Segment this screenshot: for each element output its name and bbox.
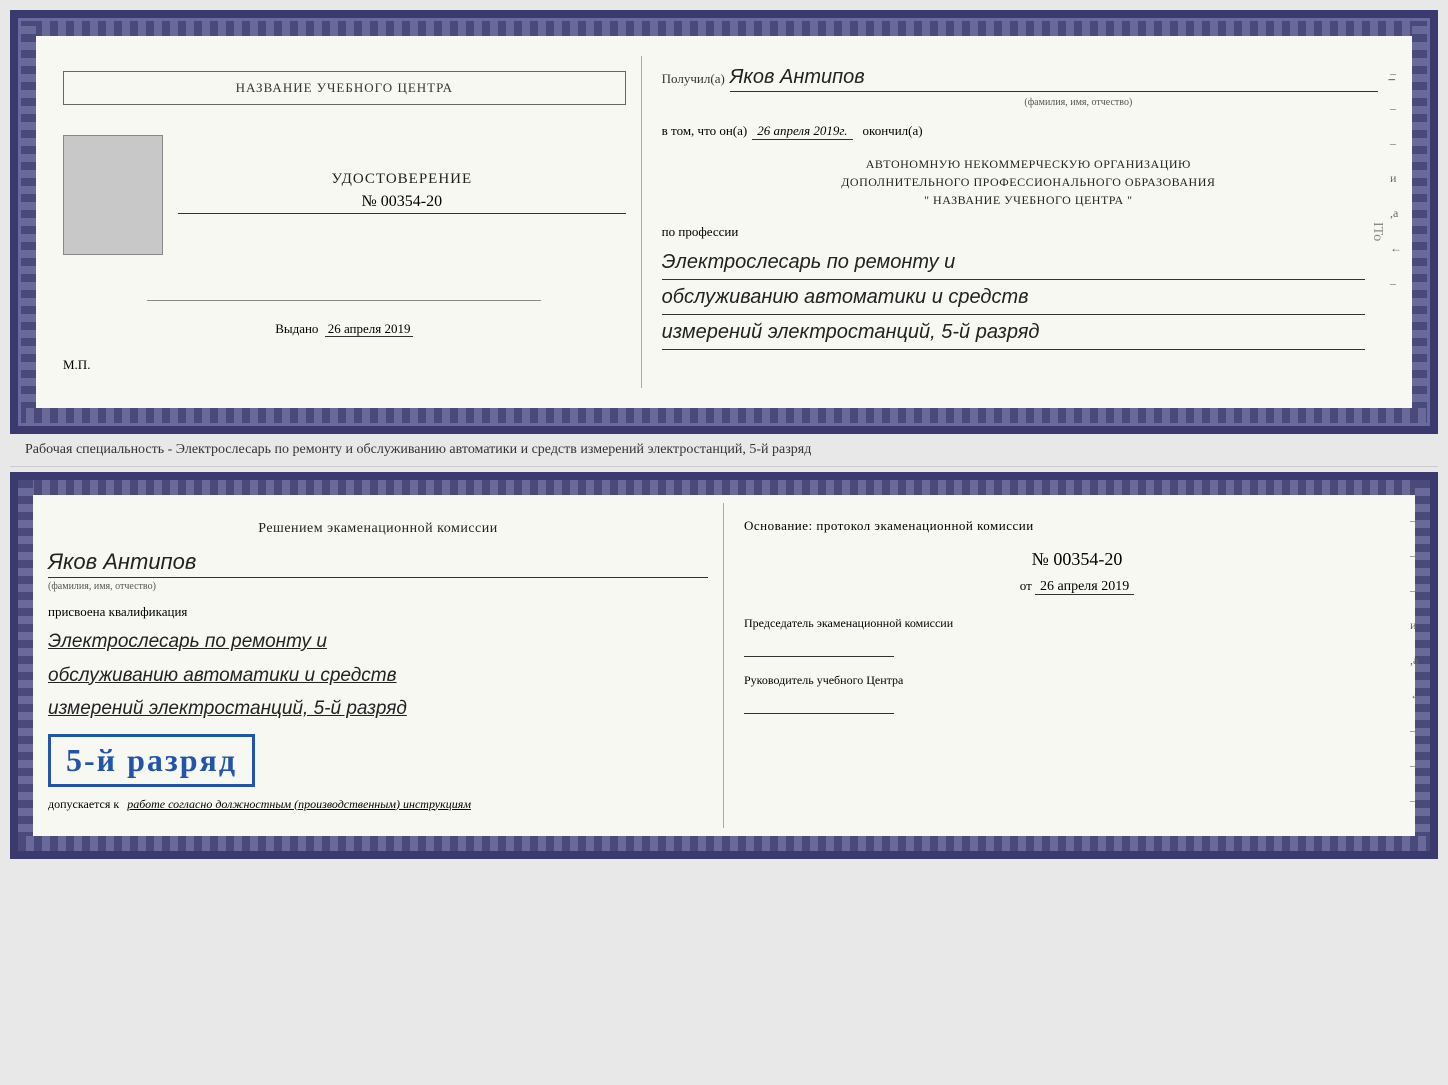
qualification-block: Электрослесарь по ремонту и обслуживанию… <box>48 628 708 724</box>
bottom-doc-top-bar <box>18 480 1430 495</box>
bottom-doc-inner: Решением экаменационной комиссии Яков Ан… <box>18 495 1430 836</box>
udostoverenie-title: УДОСТОВЕРЕНИЕ <box>178 171 626 188</box>
top-document: НАЗВАНИЕ УЧЕБНОГО ЦЕНТРА УДОСТОВЕРЕНИЕ №… <box>10 10 1438 434</box>
ito-annotation: ITo <box>1370 222 1385 241</box>
vtom-date: 26 апреля 2019г. <box>752 123 852 140</box>
dopuskaetsya-line: допускается к работе согласно должностны… <box>48 795 708 813</box>
photo-placeholder <box>63 135 163 255</box>
profession-line2: обслуживанию автоматики и средств <box>662 283 1365 315</box>
recipient-name: Яков Антипов <box>730 66 1379 92</box>
middle-text-content: Рабочая специальность - Электрослесарь п… <box>25 442 811 457</box>
mp-label: М.П. <box>63 357 90 372</box>
dopusk-text: работе согласно должностным (производств… <box>127 797 471 811</box>
top-decorative-bar <box>18 18 1430 36</box>
school-name-label: НАЗВАНИЕ УЧЕБНОГО ЦЕНТРА <box>236 80 453 95</box>
vtom-label: в том, что он(а) <box>662 123 748 139</box>
profession-block: Электрослесарь по ремонту и обслуживанию… <box>662 248 1395 350</box>
predsedatel-signature-line <box>744 637 894 657</box>
bottom-document: Решением экаменационной комиссии Яков Ан… <box>10 472 1438 859</box>
person-name-bottom: Яков Антипов <box>48 549 708 578</box>
recipient-line: Получил(а) Яков Антипов – <box>662 66 1395 92</box>
poluchil-label: Получил(а) <box>662 71 725 87</box>
school-name-box: НАЗВАНИЕ УЧЕБНОГО ЦЕНТРА <box>63 71 626 105</box>
qual-line1: Электрослесарь по ремонту и <box>48 628 708 657</box>
protocol-number: № 00354-20 <box>744 549 1410 570</box>
right-side-marks: – – – и ,а ← – <box>1390 66 1402 291</box>
bottom-right-panel: Основание: протокол экаменационной комис… <box>724 503 1430 828</box>
qual-line2: обслуживанию автоматики и средств <box>48 662 708 691</box>
middle-text: Рабочая специальность - Электрослесарь п… <box>10 434 1438 467</box>
okonchil-label: окончил(а) <box>863 123 923 139</box>
bottom-decorative-bar <box>18 408 1430 426</box>
top-document-wrapper: НАЗВАНИЕ УЧЕБНОГО ЦЕНТРА УДОСТОВЕРЕНИЕ №… <box>10 10 1438 434</box>
rukovoditel-signature-line <box>744 694 894 714</box>
profession-line1: Электрослесарь по ремонту и <box>662 248 1365 280</box>
rank-badge: 5-й разряд <box>48 734 255 787</box>
cert-number-top: № 00354-20 <box>178 193 626 214</box>
prisvoena-label: присвоена квалификация <box>48 604 708 620</box>
bottom-left-panel: Решением экаменационной комиссии Яков Ан… <box>18 503 724 828</box>
qual-line3: измерений электростанций, 5-й разряд <box>48 695 708 724</box>
decision-title: Решением экаменационной комиссии <box>48 518 708 539</box>
ot-label: от <box>1020 578 1032 593</box>
org-line1: АВТОНОМНУЮ НЕКОММЕРЧЕСКУЮ ОРГАНИЗАЦИЮ <box>662 155 1395 173</box>
right-panel: ITo Получил(а) Яков Антипов – (фамилия, … <box>642 56 1410 388</box>
profession-line3: измерений электростанций, 5-й разряд <box>662 318 1365 350</box>
right-side-marks2: – – – и ,а ← – – – <box>1410 513 1422 808</box>
bottom-document-wrapper: Решением экаменационной комиссии Яков Ан… <box>10 467 1438 859</box>
dopusk-label: допускается к <box>48 797 119 811</box>
ot-date: от 26 апреля 2019 <box>744 578 1410 595</box>
osnovanie-title: Основание: протокол экаменационной комис… <box>744 518 1410 534</box>
org-block: АВТОНОМНУЮ НЕКОММЕРЧЕСКУЮ ОРГАНИЗАЦИЮ ДО… <box>662 155 1395 209</box>
bottom-doc-bottom-bar <box>18 836 1430 851</box>
bottom-doc-left-bar <box>18 480 33 851</box>
rukovoditel-title: Руководитель учебного Центра <box>744 672 1410 689</box>
org-line2: ДОПОЛНИТЕЛЬНОГО ПРОФЕССИОНАЛЬНОГО ОБРАЗО… <box>662 173 1395 191</box>
org-line3: " НАЗВАНИЕ УЧЕБНОГО ЦЕНТРА " <box>662 191 1395 209</box>
vydano-line: Выдано 26 апреля 2019 <box>275 321 413 337</box>
predsedatel-title: Председатель экаменационной комиссии <box>744 615 1410 632</box>
po-professii-label: по профессии <box>662 224 1395 240</box>
ot-date-value: 26 апреля 2019 <box>1035 579 1134 595</box>
top-doc-inner: НАЗВАНИЕ УЧЕБНОГО ЦЕНТРА УДОСТОВЕРЕНИЕ №… <box>18 36 1430 408</box>
vydano-date: 26 апреля 2019 <box>325 321 414 337</box>
fio-label-bottom: (фамилия, имя, отчество) <box>48 581 708 592</box>
vtom-line: в том, что он(а) 26 апреля 2019г. окончи… <box>662 123 1395 140</box>
rukovoditel-block: Руководитель учебного Центра <box>744 672 1410 714</box>
left-panel: НАЗВАНИЕ УЧЕБНОГО ЦЕНТРА УДОСТОВЕРЕНИЕ №… <box>38 56 642 388</box>
vydano-label: Выдано <box>275 321 318 336</box>
fio-label-top: (фамилия, имя, отчество) <box>762 97 1395 108</box>
predsedatel-block: Председатель экаменационной комиссии <box>744 615 1410 657</box>
